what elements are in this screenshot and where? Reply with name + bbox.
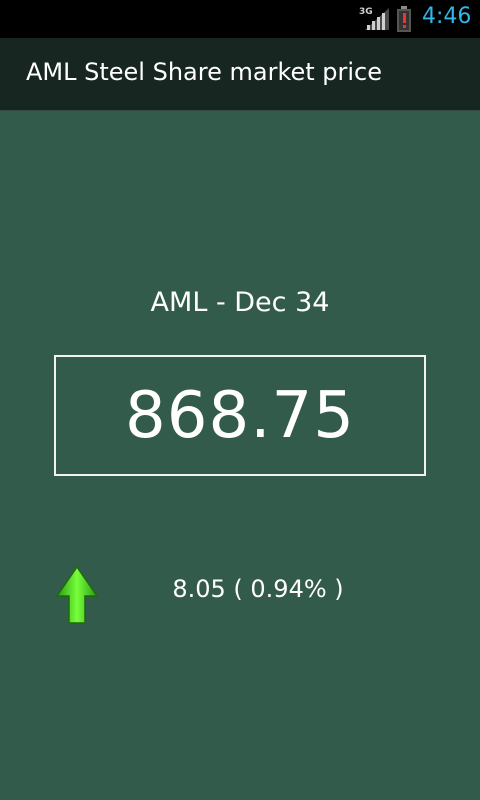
battery-alert-icon	[396, 6, 412, 36]
price-change: 8.05 ( 0.94% )	[172, 575, 344, 603]
quote-panel: AML - Dec 34 868.75 8.05 ( 0.94% )	[0, 111, 480, 800]
symbol-label: AML - Dec 34	[150, 287, 330, 318]
signal-icon	[365, 8, 389, 34]
price-box: 868.75	[54, 355, 426, 476]
status-bar: 3G 4:46	[0, 0, 480, 38]
action-bar: AML Steel Share market price	[0, 38, 480, 111]
status-clock: 4:46	[422, 4, 472, 29]
app-title: AML Steel Share market price	[26, 58, 383, 86]
price-value: 868.75	[125, 378, 355, 453]
